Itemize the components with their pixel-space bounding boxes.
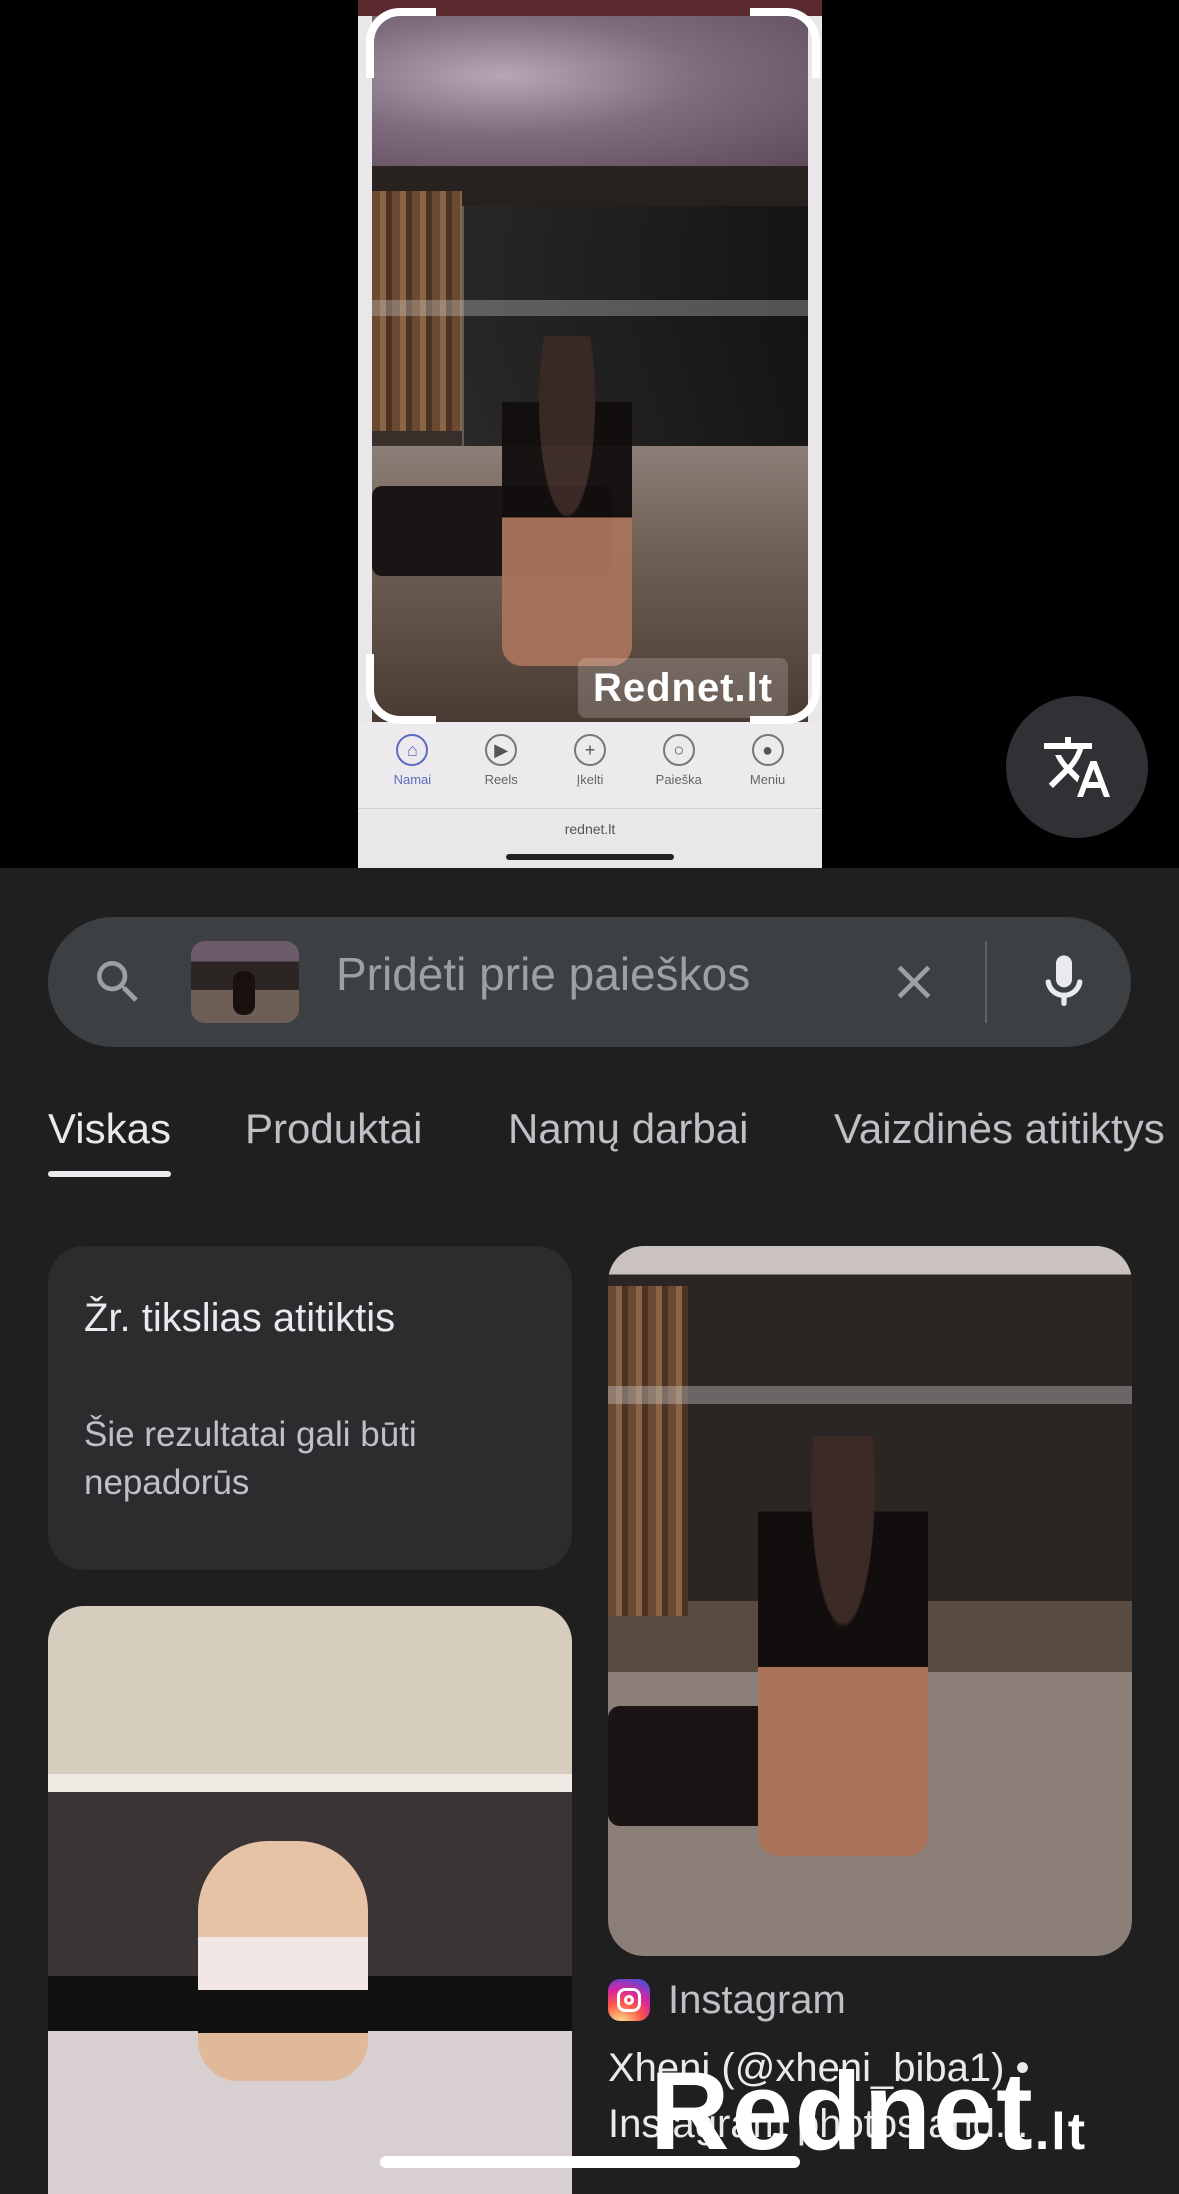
crop-handle-bottom-left[interactable]: [366, 654, 436, 724]
captured-screenshot: Rednet.lt ⌂ Namai ▶ Reels + Įkelti ○ Pai…: [358, 0, 822, 868]
search-icon: [97, 961, 138, 1002]
instagram-icon: [608, 1979, 650, 2021]
source-name: Instagram: [668, 1977, 846, 2022]
result-right-figure: [758, 1436, 928, 1856]
home-indicator[interactable]: [380, 2156, 800, 2168]
captured-bottom-nav: ⌂ Namai ▶ Reels + Įkelti ○ Paieška ● Men…: [358, 722, 822, 812]
query-image-thumbnail[interactable]: [191, 941, 299, 1023]
upload-icon: +: [573, 734, 606, 766]
close-icon[interactable]: [886, 954, 942, 1010]
nav-label: Meniu: [749, 772, 786, 787]
result-right-wall: [608, 1286, 688, 1616]
tab-vaizdines-atitiktys[interactable]: Vaizdinės atitiktys: [834, 1105, 1165, 1175]
nav-label: Įkelti: [576, 772, 604, 787]
avatar-icon: ●: [751, 734, 784, 766]
home-icon: ⌂: [396, 734, 429, 766]
captured-nav-reels: ▶ Reels: [466, 734, 536, 812]
search-input[interactable]: Pridėti prie paieškos: [336, 947, 750, 1001]
search-icon: ○: [662, 734, 695, 766]
captured-nav-menu: ● Meniu: [733, 734, 803, 812]
captured-nav-home: ⌂ Namai: [377, 734, 447, 812]
reels-icon: ▶: [485, 734, 518, 766]
result-source[interactable]: Instagram: [608, 1976, 846, 2024]
result-left-person: [198, 1841, 368, 2081]
translate-button[interactable]: [1006, 696, 1148, 838]
nav-label: Paieška: [655, 772, 702, 787]
watermark-main: Rednet: [650, 2050, 1035, 2173]
tab-viskas[interactable]: Viskas: [48, 1105, 171, 1177]
captured-nav-search: ○ Paieška: [644, 734, 714, 812]
exact-matches-card[interactable]: Žr. tikslias atitiktis Šie rezultatai ga…: [48, 1246, 572, 1570]
tab-namu-darbai[interactable]: Namų darbai: [508, 1105, 748, 1175]
captured-home-indicator: [506, 854, 674, 860]
exact-matches-warning: Šie rezultatai gali būti nepadorūs: [84, 1415, 417, 1502]
filter-tabs: Viskas Produktai Namų darbai Vaizdinės a…: [48, 1105, 1179, 1185]
nav-label: Namai: [393, 772, 432, 787]
captured-photo: Rednet.lt: [372, 16, 808, 722]
search-divider: [985, 941, 987, 1023]
image-preview: Rednet.lt ⌂ Namai ▶ Reels + Įkelti ○ Pai…: [0, 0, 1179, 868]
result-image-right[interactable]: [608, 1246, 1132, 1956]
lens-search-bar[interactable]: Pridėti prie paieškos: [48, 917, 1131, 1047]
captured-url: rednet.lt: [358, 808, 822, 844]
photo-stripe: [372, 300, 808, 316]
crop-handle-top-left[interactable]: [366, 8, 436, 78]
result-right-stripe: [608, 1386, 1132, 1404]
crop-handle-bottom-right[interactable]: [750, 654, 820, 724]
tab-produktai[interactable]: Produktai: [245, 1105, 422, 1175]
result-image-left[interactable]: [48, 1606, 572, 2194]
watermark-suffix: .lt: [1034, 2103, 1088, 2161]
crop-handle-top-right[interactable]: [750, 8, 820, 78]
captured-nav-upload: + Įkelti: [555, 734, 625, 812]
photo-figure: [502, 336, 632, 666]
nav-label: Reels: [484, 772, 518, 787]
microphone-icon[interactable]: [1032, 950, 1096, 1014]
translate-icon: [1044, 737, 1110, 797]
photo-ceiling: [372, 16, 808, 166]
exact-matches-title: Žr. tikslias atitiktis: [84, 1296, 396, 1340]
